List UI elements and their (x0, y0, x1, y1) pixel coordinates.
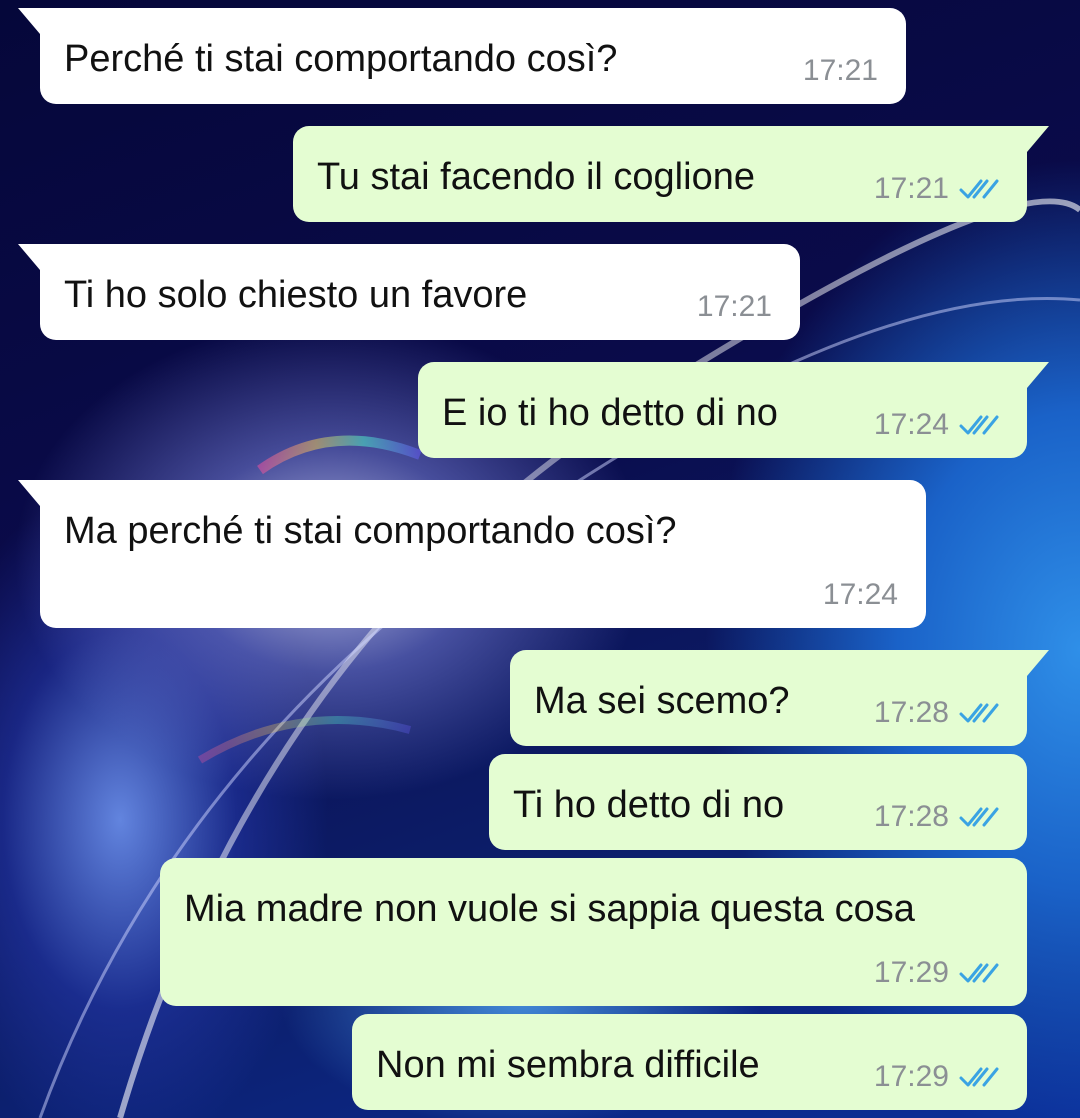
message-text: Ti ho detto di no (513, 784, 785, 826)
message-bubble-outgoing[interactable]: Ma sei scemo? 17:28 (510, 650, 1049, 746)
read-double-check-icon (959, 415, 999, 435)
message-time: 17:28 (873, 800, 949, 833)
read-double-check-icon (959, 703, 999, 723)
message-meta: 17:24 (874, 410, 999, 440)
read-double-check-icon (959, 963, 999, 983)
read-double-check-icon (959, 807, 999, 827)
message-time: 17:24 (822, 578, 898, 611)
message-meta: 17:24 (823, 580, 898, 610)
message-bubble-outgoing[interactable]: E io ti ho detto di no 17:24 (418, 362, 1049, 458)
read-double-check-icon (959, 179, 999, 199)
message-meta: 17:28 (874, 698, 999, 728)
message-bubble-outgoing[interactable]: Non mi sembra difficile 17:29 (352, 1014, 1027, 1110)
message-text: Tu stai facendo il coglione (317, 156, 755, 198)
message-bubble-incoming[interactable]: Ma perché ti stai comportando così? 17:2… (18, 480, 926, 628)
message-bubble-incoming[interactable]: Perché ti stai comportando così? 17:21 (18, 8, 906, 104)
message-time: 17:29 (873, 956, 949, 989)
message-text: Perché ti stai comportando così? (64, 38, 618, 80)
message-meta: 17:21 (803, 56, 878, 86)
message-time: 17:24 (873, 408, 949, 441)
message-time: 17:21 (873, 172, 949, 205)
message-bubble-outgoing[interactable]: Ti ho detto di no 17:28 (489, 754, 1027, 850)
message-time: 17:28 (873, 696, 949, 729)
message-meta: 17:29 (874, 958, 999, 988)
read-double-check-icon (959, 1067, 999, 1087)
message-text: E io ti ho detto di no (442, 392, 778, 434)
message-text: Ma sei scemo? (534, 680, 790, 722)
message-meta: 17:28 (874, 802, 999, 832)
message-text: Ti ho solo chiesto un favore (64, 274, 528, 316)
message-meta: 17:21 (874, 174, 999, 204)
message-bubble-incoming[interactable]: Ti ho solo chiesto un favore 17:21 (18, 244, 800, 340)
message-text: Mia madre non vuole si sappia questa cos… (184, 888, 915, 930)
message-time: 17:21 (696, 290, 772, 323)
message-text: Non mi sembra difficile (376, 1044, 760, 1086)
message-meta: 17:29 (874, 1062, 999, 1092)
message-bubble-outgoing[interactable]: Tu stai facendo il coglione 17:21 (293, 126, 1049, 222)
message-time: 17:21 (802, 54, 878, 87)
message-bubble-outgoing[interactable]: Mia madre non vuole si sappia questa cos… (160, 858, 1027, 1006)
message-meta: 17:21 (697, 292, 772, 322)
message-time: 17:29 (873, 1060, 949, 1093)
message-text: Ma perché ti stai comportando così? (64, 510, 677, 552)
